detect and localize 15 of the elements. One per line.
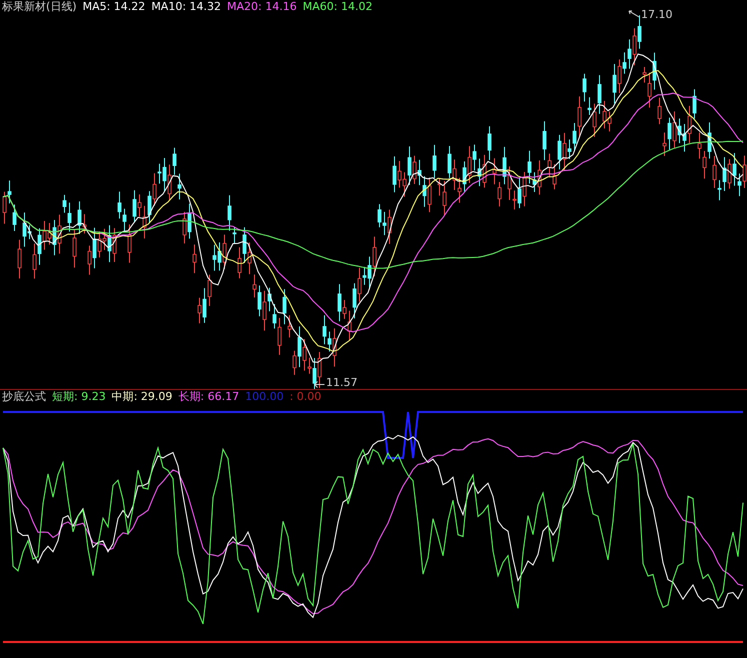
moving-average-label: MA60: 14.02 (302, 0, 372, 14)
chart-title: 标果新材(日线) (2, 0, 77, 14)
moving-average-label: MA20: 14.16 (227, 0, 297, 14)
indicator-title: 抄底公式 (2, 390, 46, 404)
left-arrow-icon (314, 381, 325, 388)
indicator-reading: 中期: 29.09 (112, 390, 172, 404)
indicator-reading: 100.00 (245, 390, 284, 404)
high-price-label: 17.10 (641, 8, 672, 21)
low-price-label: 11.57 (326, 376, 358, 389)
indicator-reading: 长期: 66.17 (178, 390, 240, 404)
moving-average-label: MA5: 14.22 (82, 0, 146, 14)
pointer-arrow-icon (628, 10, 640, 18)
moving-average-label: MA10: 14.32 (151, 0, 222, 14)
indicator-reading: : 0.00 (290, 390, 322, 404)
indicator-reading: 短期: 9.23 (52, 390, 106, 404)
